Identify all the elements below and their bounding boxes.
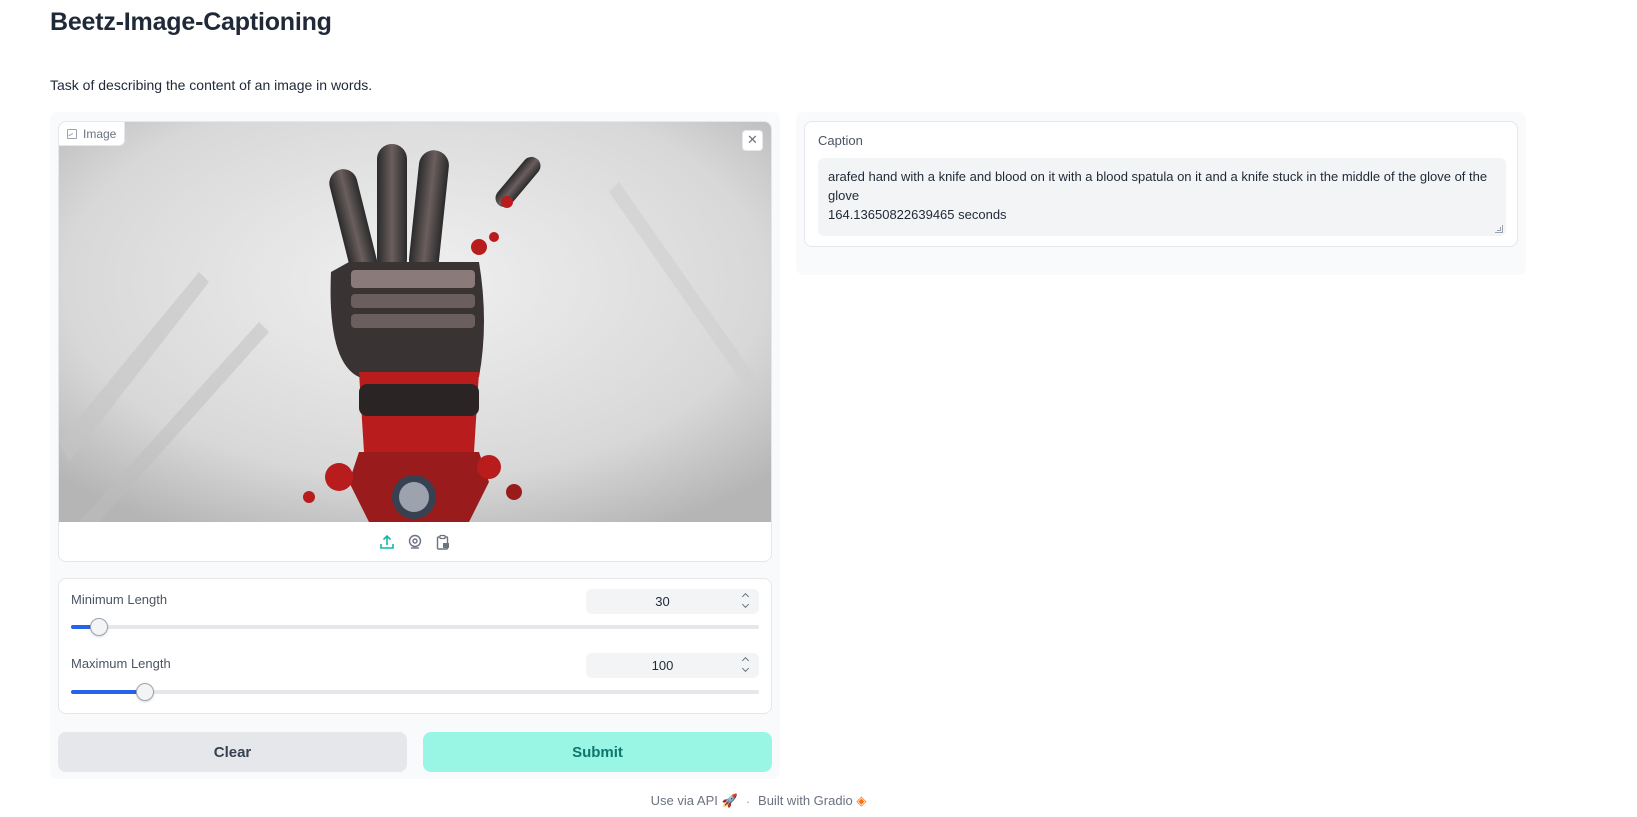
min-length-input[interactable]: 30 (586, 589, 759, 614)
min-length-thumb[interactable] (89, 618, 108, 636)
submit-button[interactable]: Submit (423, 732, 772, 772)
stepper-icon[interactable] (741, 593, 751, 609)
gradio-logo-icon: ◈ (856, 793, 867, 808)
rocket-icon: 🚀 (721, 793, 738, 808)
image-input[interactable]: Image ✕ (58, 121, 772, 562)
max-length-input[interactable]: 100 (586, 653, 759, 678)
max-length-slider[interactable] (71, 683, 759, 701)
built-with-gradio-label: Built with Gradio (758, 793, 853, 808)
footer-separator: · (745, 793, 751, 809)
image-icon (67, 128, 77, 139)
page-description: Task of describing the content of an ima… (50, 77, 373, 93)
caption-output: Caption arafed hand with a knife and blo… (804, 121, 1518, 247)
caption-textarea[interactable]: arafed hand with a knife and blood on it… (818, 158, 1506, 236)
image-source-toolbar (59, 522, 771, 561)
min-length-label: Minimum Length (71, 592, 168, 607)
max-length-thumb[interactable] (136, 683, 155, 701)
clear-image-button[interactable]: ✕ (742, 130, 763, 151)
timing-text: 164.13650822639465 seconds (828, 207, 1007, 222)
clipboard-source-button[interactable] (433, 532, 453, 552)
image-preview[interactable] (59, 122, 771, 522)
resize-handle[interactable] (1495, 225, 1503, 233)
length-settings: Minimum Length 30 Maximum Length 100 (58, 578, 772, 714)
use-via-api-link[interactable]: Use via API 🚀 (651, 793, 738, 809)
page-title: Beetz-Image-Captioning (50, 8, 332, 36)
upload-icon (380, 534, 394, 549)
upload-source-button[interactable] (377, 532, 397, 552)
image-label-text: Image (83, 126, 117, 141)
max-length-label: Maximum Length (71, 656, 171, 671)
max-length-fill (71, 690, 146, 694)
stepper-icon[interactable] (741, 657, 751, 673)
caption-text: arafed hand with a knife and blood on it… (828, 169, 1488, 203)
caption-label: Caption (818, 133, 863, 148)
clear-button[interactable]: Clear (58, 732, 407, 772)
webcam-icon (408, 534, 422, 549)
min-length-value: 30 (655, 594, 670, 609)
input-panel: Image ✕ Minimum Length 30 Maximum Length… (50, 112, 780, 779)
output-panel: Caption arafed hand with a knife and blo… (796, 112, 1526, 275)
clipboard-icon (436, 534, 449, 550)
use-via-api-label: Use via API (650, 793, 718, 808)
uploaded-image (59, 122, 771, 522)
webcam-source-button[interactable] (405, 532, 425, 552)
built-with-gradio-link[interactable]: Built with Gradio ◈ (758, 793, 866, 809)
image-label: Image (59, 122, 126, 146)
max-length-value: 100 (651, 658, 674, 673)
close-icon: ✕ (747, 132, 758, 147)
footer: Use via API 🚀 · Built with Gradio ◈ (0, 793, 1577, 809)
min-length-slider[interactable] (71, 618, 759, 636)
